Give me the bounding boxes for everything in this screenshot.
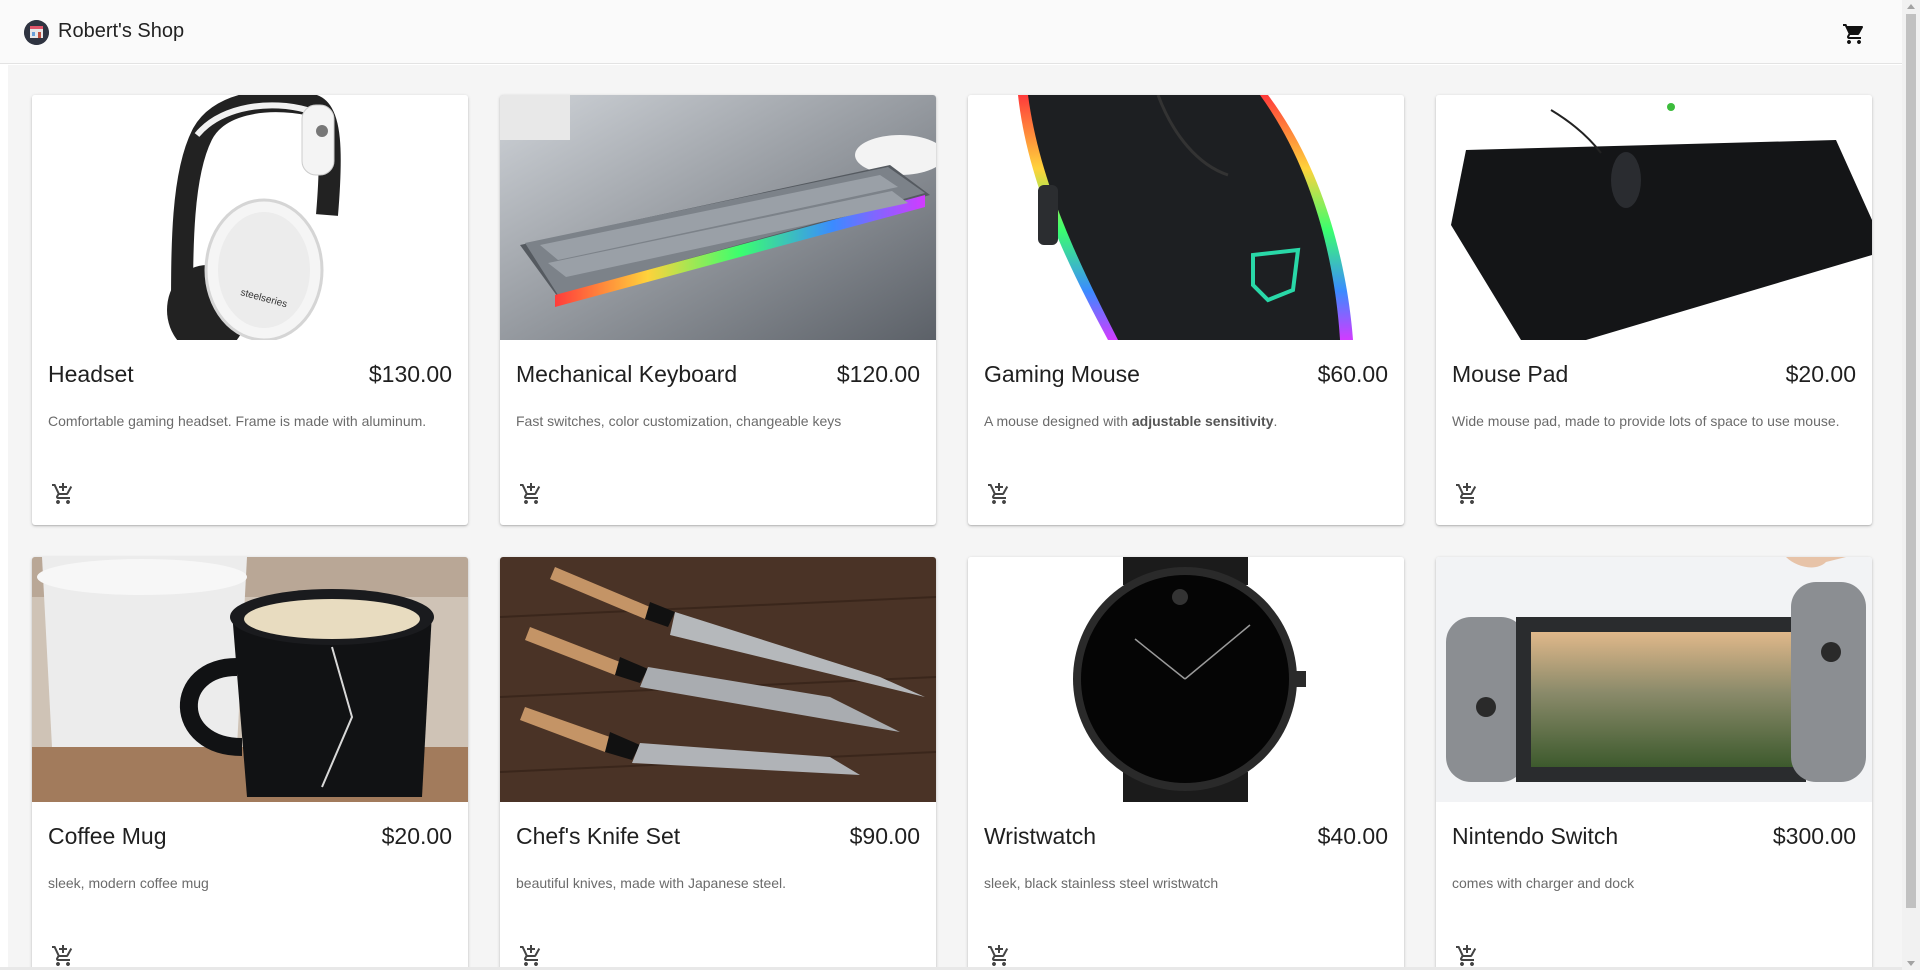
product-price: $300.00 (1772, 823, 1856, 849)
add-shopping-cart-icon (52, 945, 73, 966)
product-price: $20.00 (1785, 361, 1856, 387)
nintendo-switch-image (1436, 557, 1872, 802)
scrollbar-thumb[interactable] (1906, 14, 1916, 908)
add-to-cart-button[interactable] (1448, 475, 1486, 513)
add-shopping-cart-icon (520, 483, 541, 504)
product-title: Nintendo Switch (1452, 823, 1619, 849)
shop-title[interactable]: Robert's Shop (58, 20, 184, 43)
product-description: beautiful knives, made with Japanese ste… (516, 875, 787, 891)
mouse-pad-image (1436, 95, 1872, 340)
add-to-cart-button[interactable] (512, 475, 550, 513)
product-description: Wide mouse pad, made to provide lots of … (1452, 413, 1840, 429)
product-card-knife-set: Chef's Knife Set $90.00 beautiful knives… (500, 557, 936, 970)
product-title: Coffee Mug (48, 823, 167, 849)
product-price: $60.00 (1317, 361, 1388, 387)
mouse-image (968, 95, 1404, 340)
add-to-cart-button[interactable] (1448, 937, 1486, 970)
description-emphasis: adjustable sensitivity (1131, 413, 1274, 429)
vertical-scrollbar[interactable] (1902, 0, 1920, 970)
product-card-headset: steelseries Headset $130.00 Comfortable … (32, 95, 468, 525)
add-shopping-cart-icon (1456, 483, 1477, 504)
add-to-cart-button[interactable] (44, 475, 82, 513)
product-title: Mechanical Keyboard (516, 361, 738, 387)
product-description: comes with charger and dock (1452, 875, 1635, 891)
product-price: $130.00 (368, 361, 452, 387)
product-price: $120.00 (836, 361, 920, 387)
add-to-cart-button[interactable] (44, 937, 82, 970)
keyboard-image (500, 95, 936, 340)
add-to-cart-button[interactable] (980, 475, 1018, 513)
product-card-keyboard: Mechanical Keyboard $120.00 Fast switche… (500, 95, 936, 525)
scroll-up-arrow-icon[interactable] (1907, 4, 1915, 9)
cart-button[interactable] (1836, 16, 1872, 52)
product-description: A mouse designed with adjustable sensiti… (984, 413, 1278, 429)
add-shopping-cart-icon (988, 945, 1009, 966)
product-description: sleek, modern coffee mug (48, 875, 209, 891)
add-shopping-cart-icon (988, 483, 1009, 504)
product-title: Mouse Pad (1452, 361, 1569, 387)
add-shopping-cart-icon (520, 945, 541, 966)
headset-image: steelseries (32, 95, 468, 340)
shopping-cart-icon (1843, 24, 1864, 44)
product-title: Wristwatch (984, 823, 1097, 849)
scroll-down-arrow-icon[interactable] (1907, 961, 1915, 966)
product-description: Fast switches, color customization, chan… (516, 413, 842, 429)
product-title: Chef's Knife Set (516, 823, 681, 849)
add-shopping-cart-icon (1456, 945, 1477, 966)
product-card-gaming-mouse: Gaming Mouse $60.00 A mouse designed wit… (968, 95, 1404, 525)
knife-set-image (500, 557, 936, 802)
product-card-nintendo-switch: Nintendo Switch $300.00 comes with charg… (1436, 557, 1872, 970)
product-card-mouse-pad: Mouse Pad $20.00 Wide mouse pad, made to… (1436, 95, 1872, 525)
add-to-cart-button[interactable] (512, 937, 550, 970)
product-card-wristwatch: Wristwatch $40.00 sleek, black stainless… (968, 557, 1404, 970)
product-price: $90.00 (849, 823, 920, 849)
wristwatch-image (968, 557, 1404, 802)
product-title: Gaming Mouse (984, 361, 1140, 387)
coffee-mug-image (32, 557, 468, 802)
add-to-cart-button[interactable] (980, 937, 1018, 970)
shop-logo-icon[interactable] (24, 20, 49, 45)
product-grid: steelseries Headset $130.00 Comfortable … (32, 95, 1872, 970)
product-area: steelseries Headset $130.00 Comfortable … (8, 65, 1902, 970)
product-card-coffee-mug: Coffee Mug $20.00 sleek, modern coffee m… (32, 557, 468, 970)
product-description: sleek, black stainless steel wristwatch (984, 875, 1219, 891)
product-title: Headset (48, 361, 134, 387)
product-description: Comfortable gaming headset. Frame is mad… (48, 413, 427, 429)
product-price: $20.00 (381, 823, 452, 849)
product-price: $40.00 (1317, 823, 1388, 849)
app-bar: Robert's Shop (0, 0, 1902, 64)
add-shopping-cart-icon (52, 483, 73, 504)
